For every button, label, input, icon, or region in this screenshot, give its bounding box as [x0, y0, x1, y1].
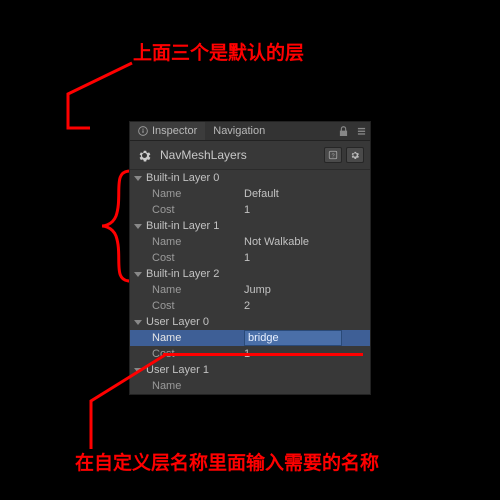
tab-navigation[interactable]: Navigation — [205, 122, 273, 140]
annotation-top: 上面三个是默认的层 — [133, 38, 304, 65]
field-label: Name — [152, 188, 244, 200]
foldout-icon — [134, 272, 142, 277]
field-value[interactable]: 1 — [244, 252, 366, 264]
row-cost: Cost2 — [130, 298, 370, 314]
row-cost: Cost1 — [130, 250, 370, 266]
settings-icon[interactable] — [346, 147, 364, 163]
field-label: Cost — [152, 300, 244, 312]
field-label: Name — [152, 380, 244, 392]
gear-icon — [136, 147, 152, 163]
field-value[interactable]: 2 — [244, 300, 366, 312]
layer-header-label: User Layer 1 — [146, 364, 209, 376]
svg-text:?: ? — [331, 154, 334, 160]
foldout-icon — [134, 320, 142, 325]
tab-bar: Inspector Navigation — [130, 122, 370, 141]
row-cost: Cost1 — [130, 202, 370, 218]
row-name: NameJump — [130, 282, 370, 298]
field-label: Name — [152, 332, 244, 344]
layer-header-label: Built-in Layer 0 — [146, 172, 219, 184]
panel-title: NavMeshLayers — [160, 148, 247, 162]
panel-header: NavMeshLayers ? — [130, 141, 370, 170]
field-value[interactable]: Jump — [244, 284, 366, 296]
info-icon — [138, 126, 148, 136]
tab-inspector-label: Inspector — [152, 125, 197, 137]
layer-header-builtin0[interactable]: Built-in Layer 0 — [130, 170, 370, 186]
foldout-icon — [134, 224, 142, 229]
field-label: Name — [152, 236, 244, 248]
layer-header-builtin1[interactable]: Built-in Layer 1 — [130, 218, 370, 234]
field-label: Cost — [152, 252, 244, 264]
row-name: NameDefault — [130, 186, 370, 202]
panel-menu-icon[interactable] — [352, 122, 370, 140]
layer-header-builtin2[interactable]: Built-in Layer 2 — [130, 266, 370, 282]
layer-header-label: User Layer 0 — [146, 316, 209, 328]
field-value[interactable]: Default — [244, 188, 366, 200]
field-value[interactable]: Not Walkable — [244, 236, 366, 248]
row-name-selected: Namebridge — [130, 330, 370, 346]
help-icon[interactable]: ? — [324, 147, 342, 163]
name-input[interactable]: bridge — [244, 330, 342, 346]
field-label: Cost — [152, 204, 244, 216]
row-name: NameNot Walkable — [130, 234, 370, 250]
annotation-underline — [163, 353, 363, 356]
field-value[interactable]: 1 — [244, 204, 366, 216]
layer-header-label: Built-in Layer 2 — [146, 268, 219, 280]
tab-navigation-label: Navigation — [213, 125, 265, 137]
layer-header-user1[interactable]: User Layer 1 — [130, 362, 370, 378]
annotation-bottom: 在自定义层名称里面输入需要的名称 — [75, 448, 379, 475]
row-name: Name — [130, 378, 370, 394]
foldout-icon — [134, 176, 142, 181]
layer-header-label: Built-in Layer 1 — [146, 220, 219, 232]
tab-inspector[interactable]: Inspector — [130, 122, 205, 140]
foldout-icon — [134, 368, 142, 373]
layer-header-user0[interactable]: User Layer 0 — [130, 314, 370, 330]
lock-icon[interactable] — [334, 122, 352, 140]
field-label: Name — [152, 284, 244, 296]
